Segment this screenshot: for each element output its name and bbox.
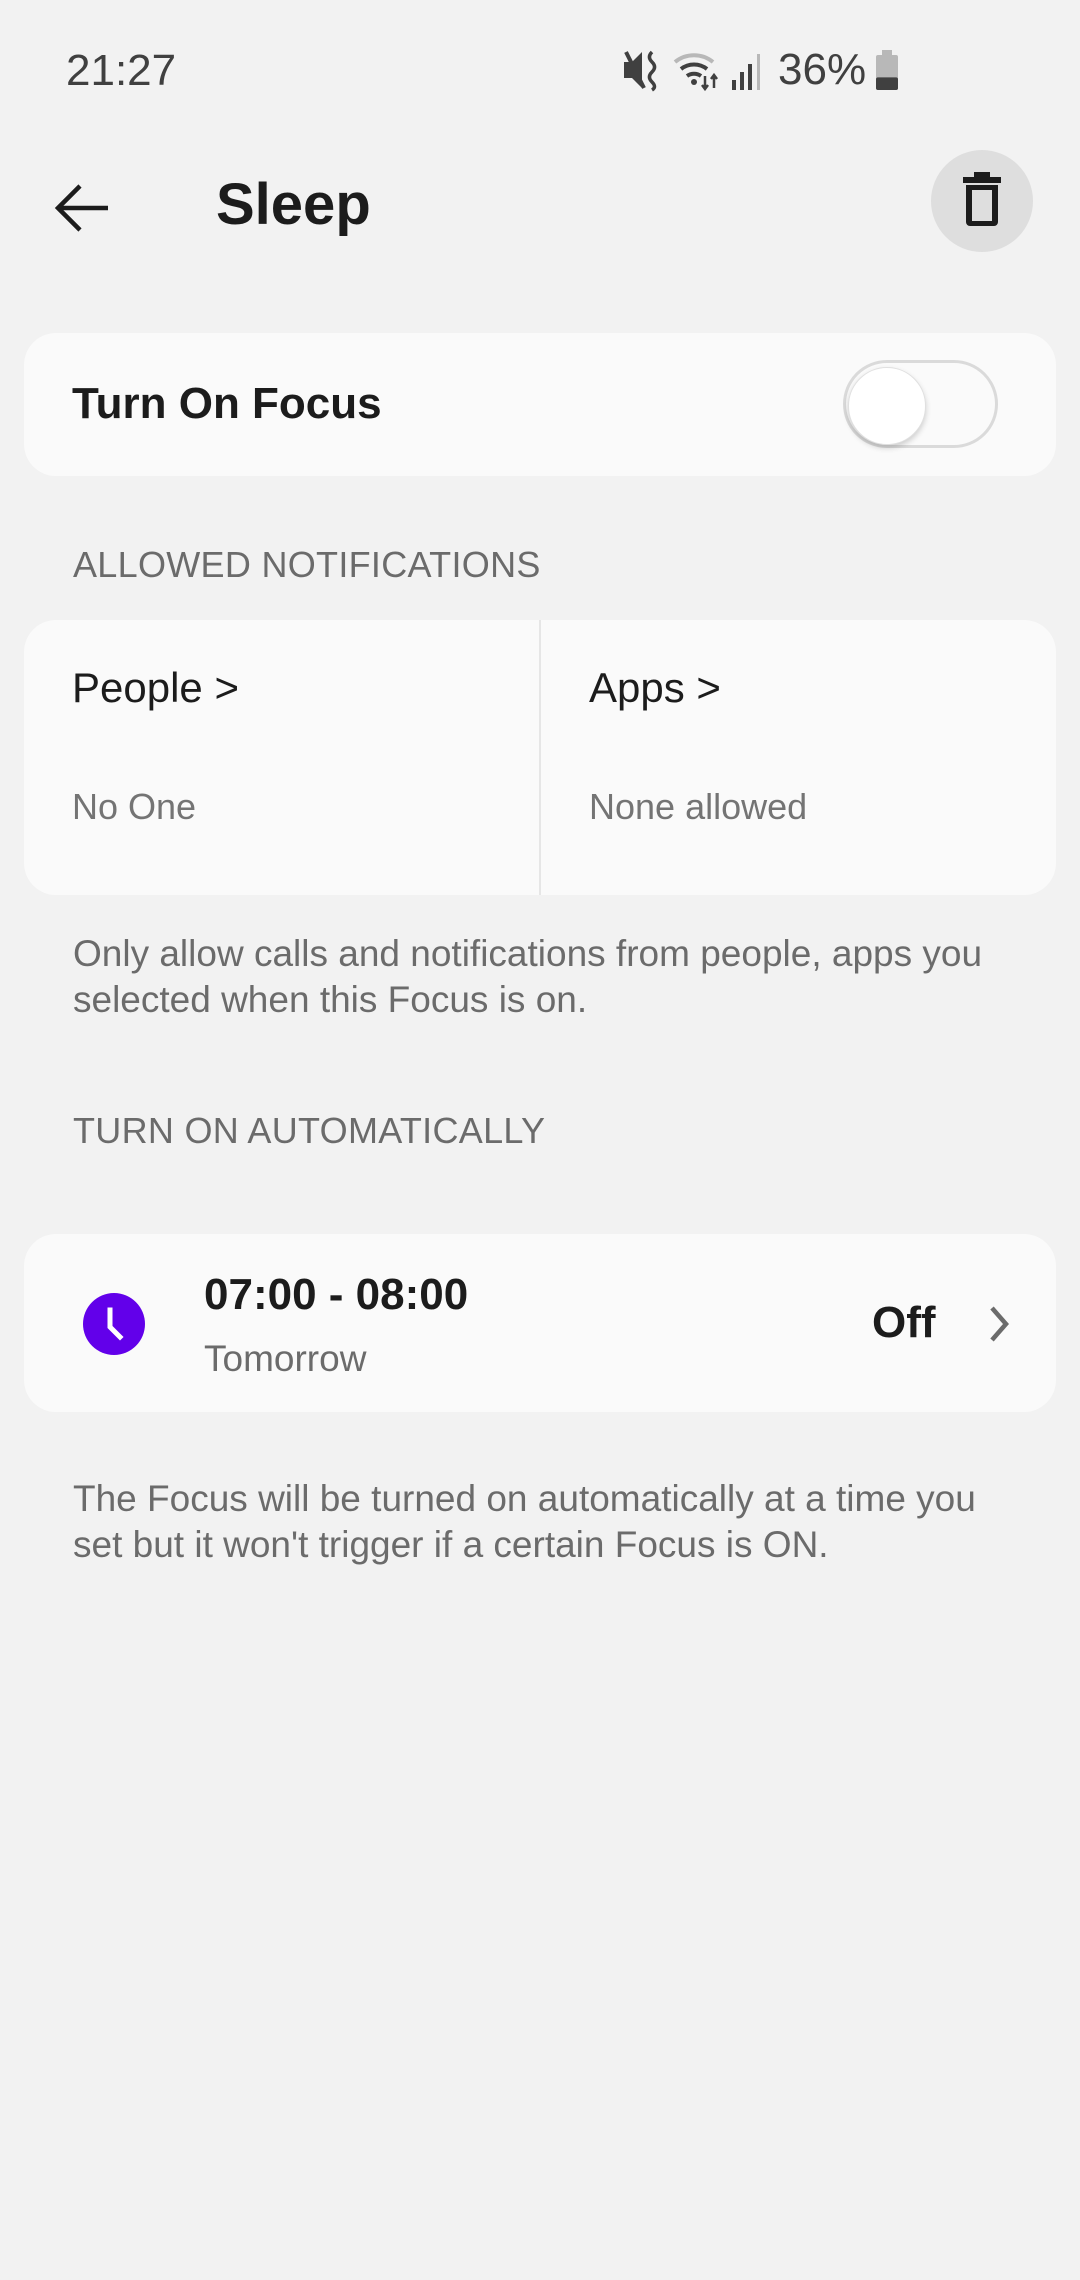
app-bar: Sleep: [0, 140, 1080, 270]
status-bar: 21:27 36%: [0, 0, 1080, 140]
apps-option[interactable]: Apps > None allowed: [539, 620, 1056, 895]
battery-icon: [874, 48, 900, 92]
apps-value: None allowed: [589, 786, 808, 827]
page-title: Sleep: [216, 172, 371, 237]
apps-title: Apps >: [589, 664, 721, 711]
delete-button[interactable]: [931, 150, 1033, 252]
trash-icon: [962, 171, 1002, 232]
status-time: 21:27: [66, 46, 177, 95]
status-icons: 36%: [622, 44, 900, 96]
allowed-notifications-header: ALLOWED NOTIFICATIONS: [73, 544, 541, 585]
schedule-item[interactable]: 07:00 - 08:00 Tomorrow Off: [24, 1234, 1056, 1412]
signal-icon: [730, 48, 764, 92]
schedule-day: Tomorrow: [204, 1338, 367, 1379]
schedule-status: Off: [872, 1298, 936, 1347]
chevron-right-icon: [984, 1302, 1014, 1346]
allowed-notifications-card: People > No One Apps > None allowed: [24, 620, 1056, 895]
focus-toggle-switch[interactable]: [843, 360, 998, 448]
clock-icon: [83, 1293, 145, 1355]
wifi-icon: [672, 48, 722, 92]
people-option[interactable]: People > No One: [24, 620, 539, 895]
schedule-time-range: 07:00 - 08:00: [204, 1270, 469, 1319]
focus-toggle-card[interactable]: Turn On Focus: [24, 333, 1056, 476]
turn-on-automatically-description: The Focus will be turned on automaticall…: [73, 1478, 976, 1565]
mute-vibrate-icon: [622, 48, 664, 92]
battery-percent: 36%: [778, 45, 867, 94]
people-title: People >: [72, 664, 239, 711]
arrow-left-icon: [54, 183, 110, 238]
toggle-knob: [848, 367, 926, 445]
people-value: No One: [72, 786, 197, 827]
turn-on-automatically-header: TURN ON AUTOMATICALLY: [73, 1110, 546, 1151]
back-button[interactable]: [42, 170, 122, 250]
allowed-notifications-description: Only allow calls and notifications from …: [73, 933, 983, 1020]
focus-toggle-label: Turn On Focus: [72, 379, 382, 428]
